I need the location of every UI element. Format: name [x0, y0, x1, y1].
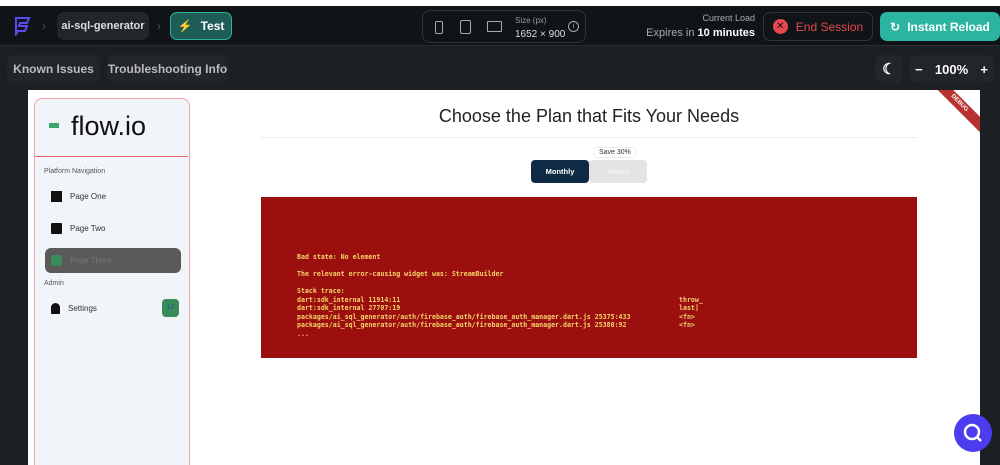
lightning-icon: ⚡: [177, 19, 193, 33]
app-preview: flow.io Platform Navigation Page One Pag…: [28, 90, 980, 465]
tablet-icon[interactable]: [460, 20, 471, 34]
chevron-right-icon: ›: [157, 19, 161, 33]
expires-value: 10 minutes: [697, 27, 755, 39]
end-session-label: End Session: [795, 19, 864, 34]
yearly-toggle[interactable]: Yearly: [589, 160, 647, 183]
dashboard-icon: [51, 191, 62, 202]
end-session-button[interactable]: ✕ End Session: [763, 12, 873, 41]
briefcase-icon: [51, 255, 62, 266]
close-circle-icon: ✕: [772, 19, 788, 34]
expires-text: Expires in 10 minutes: [646, 27, 755, 39]
chat-icon: [51, 223, 62, 234]
dark-mode-icon[interactable]: ☾: [875, 55, 903, 83]
nav-label: Settings: [68, 304, 97, 313]
mode-label: Test: [200, 19, 225, 33]
app-logo: flow.io: [71, 111, 147, 141]
nav-item-settings[interactable]: Settings 12: [45, 296, 181, 321]
size-value: 1652 × 900: [515, 29, 566, 40]
troubleshooting-button[interactable]: Troubleshooting Info: [107, 55, 228, 83]
debug-banner: DEBUG: [930, 90, 980, 133]
app-sidebar: flow.io Platform Navigation Page One Pag…: [34, 98, 190, 465]
nav-item-page-three[interactable]: Page Three: [45, 248, 181, 273]
expires-prefix: Expires in: [646, 27, 695, 39]
current-load-label: Current Load: [702, 13, 755, 23]
logo-icon: [49, 123, 59, 128]
chevron-right-icon: ›: [42, 19, 46, 33]
phone-icon[interactable]: [435, 21, 443, 34]
stack-trace-title: Stack trace:: [297, 287, 345, 295]
stack-row: packages/ai_sql_generator/auth/firebase_…: [297, 321, 917, 330]
flutterflow-logo-icon[interactable]: [12, 16, 32, 36]
error-message: Bad state: No element: [297, 253, 381, 261]
bell-icon: [51, 303, 60, 314]
page-title: Choose the Plan that Fits Your Needs: [438, 106, 740, 126]
stack-row: packages/ai_sql_generator/auth/firebase_…: [297, 313, 917, 322]
nav-label: Page One: [70, 192, 107, 201]
nav-section-label: Platform Navigation: [44, 168, 106, 175]
nav-label: Page Three: [70, 256, 112, 265]
known-issues-button[interactable]: Known Issues: [7, 55, 100, 83]
stack-location: packages/ai_sql_generator/auth/firebase_…: [297, 321, 627, 329]
stack-row: dart:sdk_internal 27707:19 last]: [297, 304, 917, 313]
nav-item-page-one[interactable]: Page One: [45, 184, 181, 209]
reload-icon: ↻: [890, 19, 901, 34]
zoom-out-button[interactable]: −: [915, 62, 923, 77]
info-icon[interactable]: i: [568, 21, 579, 32]
error-widget: The relevant error-causing widget was: S…: [297, 270, 504, 278]
error-panel: Bad state: No element The relevant error…: [261, 197, 917, 358]
stack-function: throw_: [679, 295, 703, 304]
device-selector: Size (px) 1652 × 900 i: [422, 10, 586, 43]
test-mode-button[interactable]: ⚡ Test: [170, 12, 232, 40]
size-label: Size (px): [515, 16, 547, 25]
stack-location: dart:sdk_internal 11914:11: [297, 295, 401, 304]
chat-support-button[interactable]: [954, 414, 992, 452]
top-bar: › ai-sql-generator › ⚡ Test Size (px) 165…: [0, 6, 1000, 46]
desktop-icon[interactable]: [487, 21, 502, 32]
stack-row: dart:sdk_internal 11914:11 throw_: [297, 296, 917, 305]
search-chat-icon: [963, 423, 982, 442]
nav-item-page-two[interactable]: Page Two: [45, 216, 181, 241]
save-badge: Save 30%: [595, 148, 635, 157]
instant-reload-button[interactable]: ↻ Instant Reload: [880, 12, 1000, 41]
stack-ellipsis: ...: [297, 329, 309, 338]
sub-bar: Known Issues Troubleshooting Info ☾ − 10…: [0, 47, 1000, 90]
stack-function: last]: [679, 304, 699, 312]
stack-function: <fn>: [679, 321, 695, 329]
instant-reload-label: Instant Reload: [907, 19, 990, 34]
stack-function: <fn>: [679, 312, 695, 321]
zoom-level: 100%: [934, 61, 969, 77]
monthly-toggle[interactable]: Monthly: [531, 160, 589, 183]
stack-location: packages/ai_sql_generator/auth/firebase_…: [297, 312, 631, 321]
nav-label: Page Two: [70, 224, 106, 233]
settings-badge: 12: [162, 299, 179, 317]
admin-section-label: Admin: [44, 280, 64, 287]
zoom-in-button[interactable]: +: [980, 62, 988, 77]
project-button[interactable]: ai-sql-generator: [57, 12, 149, 40]
stack-location: dart:sdk_internal 27707:19: [297, 304, 401, 312]
